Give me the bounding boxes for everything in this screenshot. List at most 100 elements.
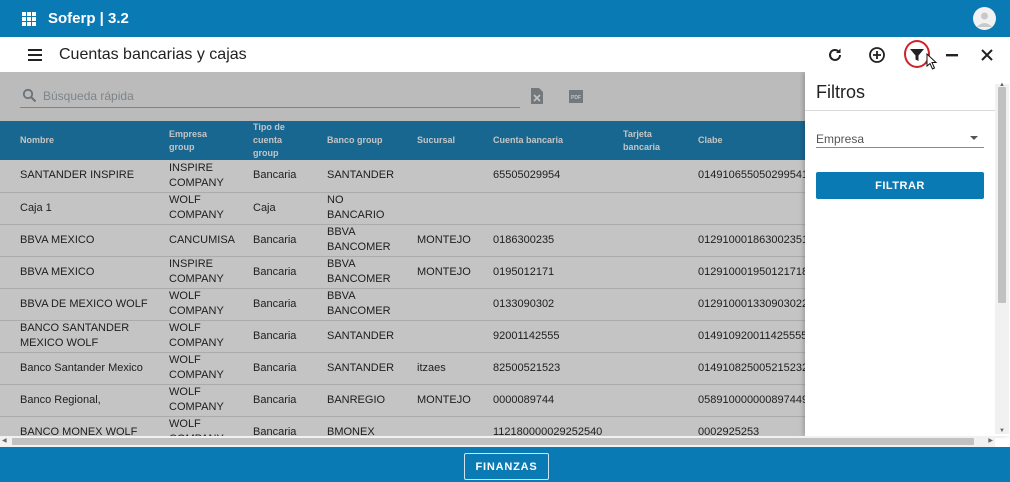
table-cell: MONTEJO xyxy=(417,233,471,246)
table-cell: Bancaria xyxy=(253,297,297,310)
horizontal-scroll-thumb[interactable] xyxy=(12,438,974,445)
table-cell xyxy=(411,160,487,192)
table-cell: 012910001330903022 xyxy=(698,297,805,310)
table-cell: Bancaria xyxy=(253,361,297,374)
column-header[interactable]: Sucursal xyxy=(411,121,487,160)
table-cell: 65505029954 xyxy=(493,169,561,182)
filtrar-button[interactable]: FILTRAR xyxy=(816,172,984,199)
table-cell: BBVA MEXICO xyxy=(20,265,95,278)
filters-title: Filtros xyxy=(816,82,865,102)
table-cell: BBVA BANCOMER xyxy=(327,258,391,285)
table-cell: 014910920011425555 xyxy=(698,329,805,342)
table-cell: Bancaria xyxy=(253,265,297,278)
table-cell xyxy=(487,192,617,224)
table-row[interactable]: BANCO SANTANDER MEXICO WOLF WOLF COMPANY B… xyxy=(0,320,805,352)
table-cell xyxy=(411,288,487,320)
table-row[interactable]: SANTANDER INSPIRE INSPIRE COMPANY Bancaria… xyxy=(0,160,805,192)
bottom-bar: FINANZAS xyxy=(0,447,1010,482)
finanzas-button[interactable]: FINANZAS xyxy=(464,453,549,480)
table-cell: NO BANCARIO xyxy=(327,194,385,221)
table-cell: 92001142555 xyxy=(493,329,560,342)
column-header[interactable]: Nombre xyxy=(0,121,163,160)
table-cell: BBVA DE MEXICO WOLF xyxy=(20,297,148,310)
table-cell: SANTANDER xyxy=(327,329,395,342)
pdf-icon[interactable]: PDF xyxy=(568,89,584,104)
search-input[interactable] xyxy=(43,88,503,103)
table-cell: BANREGIO xyxy=(327,393,386,406)
table-cell: MONTEJO xyxy=(417,393,471,406)
excel-icon[interactable] xyxy=(529,87,545,105)
menu-icon[interactable] xyxy=(28,48,42,61)
refresh-icon[interactable] xyxy=(824,44,846,66)
table-cell xyxy=(411,320,487,352)
table-cell: Bancaria xyxy=(253,393,297,406)
table-cell: 0133090302 xyxy=(493,297,555,310)
table-cell: 014910825005215232 xyxy=(698,361,805,374)
table-cell: SANTANDER xyxy=(327,361,395,374)
filters-divider xyxy=(805,110,995,111)
mouse-pointer-icon xyxy=(926,52,938,70)
table-cell xyxy=(617,256,692,288)
scroll-down-icon[interactable]: ▼ xyxy=(999,428,1005,434)
table-cell xyxy=(617,160,692,192)
filters-panel: Filtros Empresa FILTRAR xyxy=(805,72,1010,436)
table-cell xyxy=(692,192,805,224)
table-row[interactable]: Caja 1 WOLF COMPANY Caja NO BANCARIO xyxy=(0,192,805,224)
table-cell: 82500521523 xyxy=(493,361,561,374)
table-cell xyxy=(411,192,487,224)
table-row[interactable]: Banco Regional, WOLF COMPANY Bancaria BANRE… xyxy=(0,384,805,416)
column-header[interactable]: Empresa group xyxy=(163,121,247,160)
column-header[interactable]: Cuenta bancaria xyxy=(487,121,617,160)
table-cell: 0195012171 xyxy=(493,265,555,278)
table-cell: MONTEJO xyxy=(417,265,471,278)
table-cell: 012910001863002351 xyxy=(698,233,805,246)
apps-icon[interactable] xyxy=(22,11,36,26)
search-toolbar: PDF xyxy=(0,72,805,121)
main-content: PDF Nombre Empresa group Tipo de cuenta … xyxy=(0,72,1010,448)
scroll-left-icon[interactable]: ◀ xyxy=(2,437,7,444)
table-cell: INSPIRE COMPANY xyxy=(169,258,224,285)
table-cell: Caja xyxy=(253,201,276,214)
table-cell: 0000089744 xyxy=(493,393,555,406)
add-circle-icon[interactable] xyxy=(866,44,888,66)
table-cell: 012910001950121718 xyxy=(698,265,805,278)
user-avatar-icon[interactable] xyxy=(973,7,996,30)
table-cell: SANTANDER xyxy=(327,169,395,182)
table-row[interactable]: Banco Santander Mexico WOLF COMPANY Bancar… xyxy=(0,352,805,384)
column-header[interactable]: Tipo de cuenta group xyxy=(247,121,321,160)
top-app-bar: Soferp | 3.2 xyxy=(0,0,1010,37)
empresa-select[interactable]: Empresa xyxy=(816,130,984,148)
chevron-down-icon xyxy=(970,136,978,140)
vertical-scrollbar[interactable]: ▲ ▼ xyxy=(995,82,1009,434)
table-cell: Caja 1 xyxy=(20,201,52,214)
table-cell: WOLF COMPANY xyxy=(169,194,224,221)
table-cell xyxy=(617,288,692,320)
table-cell: itzaes xyxy=(417,361,446,374)
table-cell: BBVA MEXICO xyxy=(20,233,95,246)
table-cell: Bancaria xyxy=(253,233,297,246)
table-row[interactable]: BBVA DE MEXICO WOLF WOLF COMPANY Bancaria B… xyxy=(0,288,805,320)
column-header[interactable]: Tarjeta bancaria xyxy=(617,121,692,160)
table-row[interactable]: BBVA MEXICO CANCUMISA Bancaria BBVA BANCOME… xyxy=(0,224,805,256)
app-title: Soferp | 3.2 xyxy=(48,10,129,27)
page-header: Cuentas bancarias y cajas xyxy=(0,37,1010,72)
minimize-icon[interactable] xyxy=(941,44,963,66)
table-cell xyxy=(617,192,692,224)
table-cell: WOLF COMPANY xyxy=(169,290,224,317)
vertical-scroll-thumb[interactable] xyxy=(998,87,1006,303)
table-cell: WOLF COMPANY xyxy=(169,322,224,349)
search-icon xyxy=(22,88,37,103)
quick-search[interactable] xyxy=(20,84,520,108)
table-cell: Bancaria xyxy=(253,169,297,182)
table-cell: 058910000000897449 xyxy=(698,393,805,406)
horizontal-scrollbar[interactable]: ◀ ▶ xyxy=(0,436,995,447)
table-row[interactable]: BBVA MEXICO INSPIRE COMPANY Bancaria BBVA B… xyxy=(0,256,805,288)
scroll-right-icon[interactable]: ▶ xyxy=(988,437,993,444)
table-cell: 0186300235 xyxy=(493,233,555,246)
svg-text:PDF: PDF xyxy=(571,95,581,101)
column-header[interactable]: Clabe xyxy=(692,121,805,160)
close-icon[interactable] xyxy=(976,44,998,66)
table-cell xyxy=(617,352,692,384)
column-header[interactable]: Banco group xyxy=(321,121,411,160)
table-cell: INSPIRE COMPANY xyxy=(169,161,224,189)
